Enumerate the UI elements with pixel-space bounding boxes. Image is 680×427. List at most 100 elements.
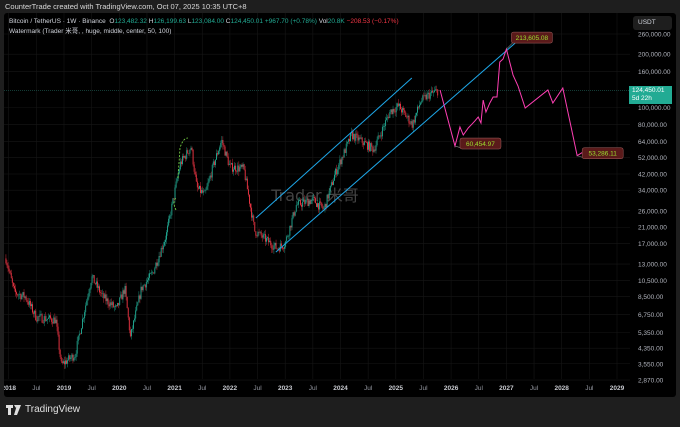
currency-button[interactable]: USDT (633, 16, 672, 30)
candle-body (228, 163, 230, 165)
candle-body (242, 164, 244, 167)
x-tick-label: Jul (309, 385, 318, 392)
candle-body (170, 215, 172, 216)
candle-body (156, 262, 158, 266)
candle-body (183, 156, 184, 158)
candle-body (313, 196, 315, 199)
candle-body (262, 234, 264, 238)
candle-body (149, 273, 150, 278)
candle-body (254, 221, 256, 232)
candle-body (323, 208, 325, 210)
candle-body (132, 328, 133, 330)
candle-body (87, 297, 89, 301)
x-tick-label: Jul (585, 385, 594, 392)
candle-body (129, 330, 131, 337)
candle-body (244, 169, 246, 181)
y-tick-label: 5,350.00 (638, 330, 664, 337)
x-tick-label: 2028 (554, 385, 569, 392)
candle-body (187, 150, 189, 154)
candle-body (119, 297, 121, 305)
candle-body (89, 288, 91, 294)
candle-body (362, 142, 364, 146)
price-label-text: 53,286.11 (588, 151, 617, 158)
candle-body (287, 236, 289, 237)
candle-body (260, 231, 262, 236)
candle-body (306, 199, 308, 200)
candle-body (122, 290, 124, 300)
candle-body (422, 95, 424, 102)
candle-body (390, 109, 392, 113)
chart-pane[interactable]: Bitcoin / TetherUS · 1W · Binance O123,4… (4, 13, 676, 397)
candle-body (325, 203, 327, 208)
candle-body (384, 126, 385, 127)
candle-body (54, 317, 56, 324)
candle-body (79, 333, 81, 335)
candle-body (155, 262, 157, 269)
candle-body (105, 294, 107, 302)
candle-body (408, 115, 410, 124)
candle-body (213, 161, 215, 166)
candle-body (75, 353, 77, 358)
indicator-watermark-legend[interactable]: Watermark (Trader 米哥, , huge, middle, ce… (9, 27, 399, 37)
candle-body (420, 102, 422, 105)
candle-body (290, 225, 292, 228)
candle-body (270, 240, 272, 246)
candle-body (123, 290, 125, 294)
candle-body (286, 236, 288, 242)
candle-body (45, 319, 47, 321)
candle-body (263, 234, 265, 235)
candle-body (139, 295, 141, 299)
candle-body (257, 232, 259, 237)
candle-body (144, 284, 146, 288)
candle-body (330, 182, 332, 186)
symbol-label[interactable]: Bitcoin / TetherUS · 1W · Binance (9, 18, 106, 25)
candle-body (405, 112, 407, 118)
y-tick-label: 200,000.00 (638, 52, 671, 59)
candle-body (218, 151, 220, 155)
candle-body (383, 126, 384, 128)
candle-body (241, 164, 243, 167)
candle-body (410, 121, 412, 124)
candle-body (418, 106, 420, 108)
candle-body (246, 178, 248, 190)
candle-body (232, 163, 233, 172)
candle-body (203, 191, 205, 193)
candle-body (44, 316, 46, 321)
candle-body (151, 272, 153, 274)
candle-body (436, 89, 438, 90)
candle-body (92, 275, 94, 277)
candle-body (250, 203, 251, 208)
candle-body (300, 200, 301, 205)
candle-body (152, 272, 154, 273)
candle-body (197, 187, 199, 189)
candle-body (389, 112, 391, 118)
x-tick-label: 2029 (610, 385, 625, 392)
x-tick-label: 2027 (499, 385, 514, 392)
candle-body (240, 164, 242, 168)
candle-body (124, 285, 126, 294)
candle-body (320, 201, 322, 203)
candle-body (334, 174, 335, 181)
candle-body (299, 200, 300, 201)
candle-body (182, 156, 183, 165)
candle-body (361, 137, 363, 143)
candle-body (388, 116, 390, 118)
candle-body (167, 225, 169, 233)
ohlc-row: Bitcoin / TetherUS · 1W · Binance O123,4… (9, 17, 399, 27)
candle-body (10, 272, 12, 279)
candle-body (176, 178, 178, 182)
candle-body (103, 293, 105, 299)
candle-body (255, 231, 257, 236)
candle-body (84, 312, 86, 319)
candle-body (42, 322, 44, 324)
candle-body (397, 103, 399, 106)
candle-body (55, 319, 57, 324)
candle-body (217, 153, 219, 155)
candle-body (26, 300, 28, 302)
x-tick-label: 2025 (389, 385, 404, 392)
candle-body (210, 175, 212, 178)
candle-body (101, 292, 103, 294)
candle-body (322, 206, 324, 209)
candle-body (316, 203, 317, 207)
candle-body (63, 361, 65, 365)
